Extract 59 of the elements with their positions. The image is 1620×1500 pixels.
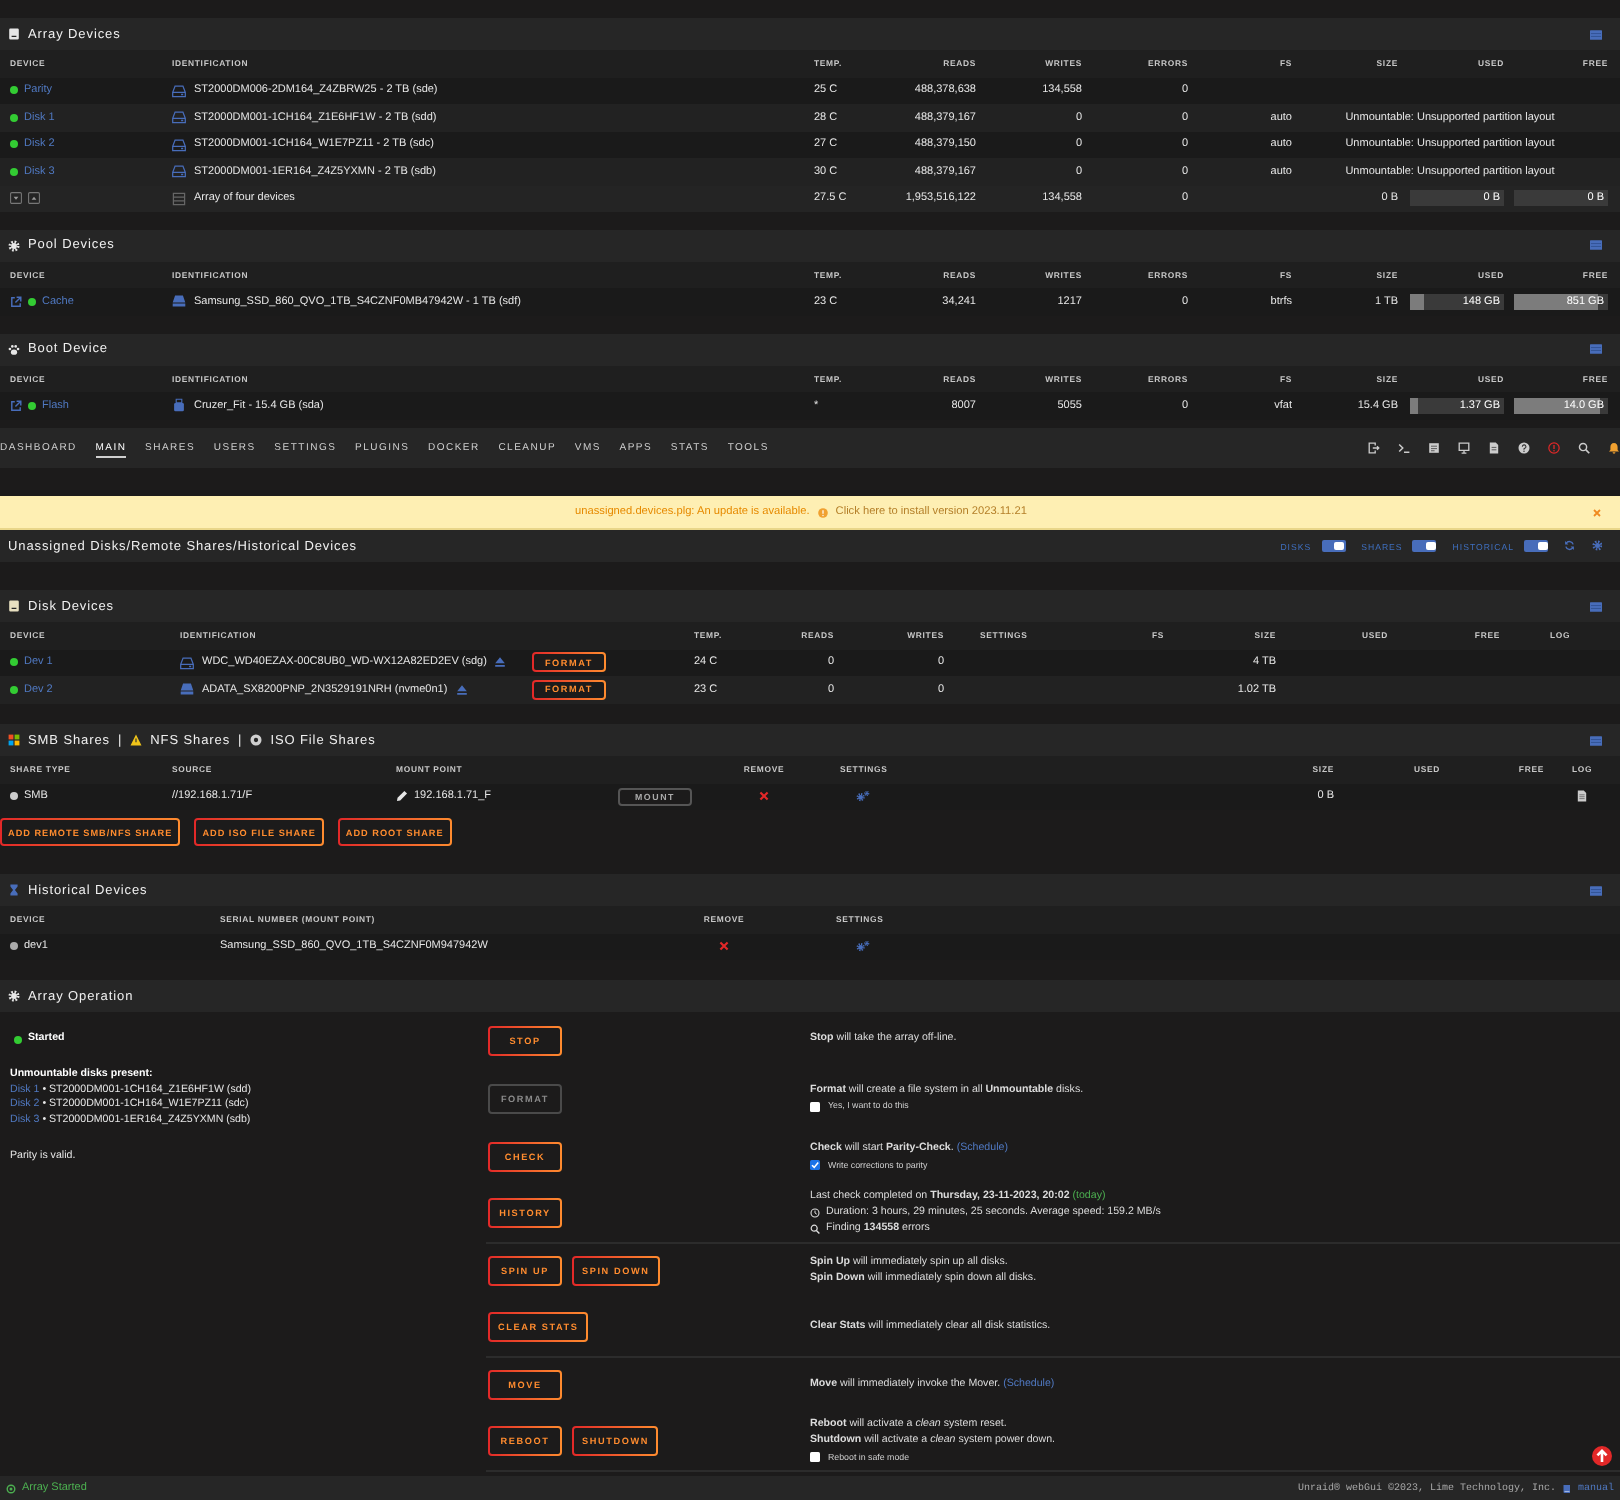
toggle-switch[interactable] bbox=[1412, 540, 1437, 552]
cog-icon bbox=[8, 239, 20, 251]
search-icon bbox=[810, 1224, 820, 1234]
eject-icon[interactable] bbox=[455, 683, 468, 696]
usb-stick-icon bbox=[172, 398, 186, 413]
document-icon[interactable] bbox=[1576, 790, 1588, 803]
settings-icon[interactable] bbox=[1591, 540, 1602, 552]
checkbox[interactable] bbox=[810, 1452, 820, 1462]
hard-drive-icon bbox=[8, 28, 20, 40]
paw-icon bbox=[8, 343, 20, 355]
stack-icon bbox=[172, 191, 186, 206]
disc-icon bbox=[250, 734, 263, 746]
cogs-icon[interactable] bbox=[856, 790, 870, 803]
table-icon[interactable] bbox=[1590, 735, 1602, 745]
close-icon[interactable] bbox=[1592, 507, 1602, 517]
table-icon[interactable] bbox=[1590, 601, 1602, 611]
arrow-down-box-icon[interactable] bbox=[10, 192, 22, 205]
arrow-up-box-icon[interactable] bbox=[28, 192, 40, 205]
note-icon[interactable] bbox=[1428, 442, 1440, 454]
hourglass-icon bbox=[8, 884, 20, 896]
hard-drive-icon bbox=[172, 83, 186, 98]
search-icon[interactable] bbox=[1578, 442, 1590, 454]
checkbox[interactable] bbox=[810, 1101, 820, 1112]
alert-icon[interactable] bbox=[1548, 442, 1560, 454]
cog-icon bbox=[8, 990, 20, 1002]
document-icon[interactable] bbox=[1488, 442, 1500, 454]
book-icon bbox=[1561, 1483, 1572, 1493]
external-link-icon[interactable] bbox=[10, 295, 22, 308]
refresh-icon[interactable] bbox=[1564, 540, 1575, 552]
triangle-icon bbox=[130, 734, 143, 746]
alert-circle-icon bbox=[817, 507, 828, 517]
eject-icon[interactable] bbox=[494, 656, 507, 669]
external-link-icon[interactable] bbox=[10, 399, 22, 412]
hard-drive-icon bbox=[172, 164, 186, 179]
table-icon[interactable] bbox=[1590, 29, 1602, 39]
remove-icon[interactable] bbox=[758, 790, 770, 803]
exit-icon[interactable] bbox=[1368, 442, 1380, 454]
clock-icon bbox=[810, 1208, 820, 1219]
cogs-icon[interactable] bbox=[856, 940, 870, 953]
pencil-icon[interactable] bbox=[396, 790, 408, 803]
monitor-icon[interactable] bbox=[1458, 442, 1470, 454]
ring-icon bbox=[6, 1483, 16, 1493]
remove-icon[interactable] bbox=[718, 940, 730, 953]
hard-drive-icon bbox=[180, 655, 194, 670]
drive-icon bbox=[172, 294, 186, 309]
hard-drive-icon bbox=[172, 110, 186, 125]
toggle-switch[interactable] bbox=[1321, 540, 1346, 552]
table-icon[interactable] bbox=[1590, 885, 1602, 895]
hard-drive-icon bbox=[8, 600, 20, 612]
checkbox[interactable] bbox=[810, 1160, 820, 1171]
help-icon[interactable] bbox=[1518, 442, 1530, 454]
bell-icon[interactable] bbox=[1608, 442, 1620, 454]
four-squares-icon bbox=[8, 734, 20, 746]
drive-icon bbox=[180, 682, 194, 697]
up-arrow-circle-icon[interactable] bbox=[1592, 1446, 1612, 1466]
terminal-icon[interactable] bbox=[1398, 442, 1410, 454]
toggle-switch[interactable] bbox=[1524, 540, 1548, 552]
hard-drive-icon bbox=[172, 137, 186, 152]
check-icon bbox=[810, 1160, 820, 1171]
